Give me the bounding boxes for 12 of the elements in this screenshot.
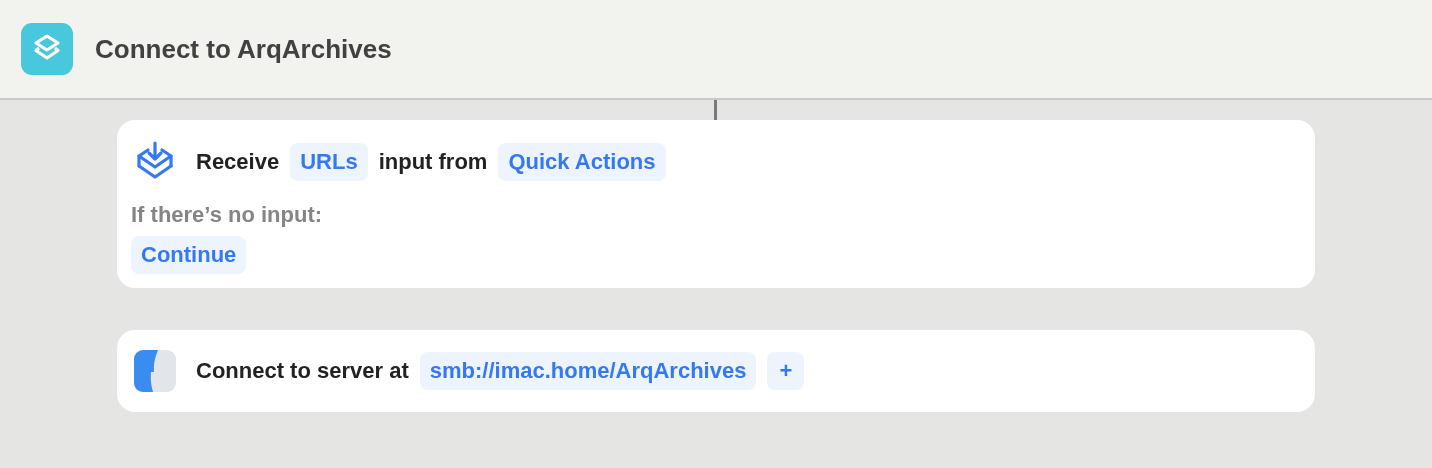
app-icon [134, 350, 176, 392]
add-button[interactable]: + [767, 352, 805, 390]
app-icon [21, 23, 73, 75]
action-text: Connect to server at [196, 358, 409, 384]
fallback-label: If there’s no input: [131, 202, 324, 228]
parameter-token[interactable]: smb://imac.home/ArqArchives [419, 352, 757, 390]
parameter-token[interactable]: Continue [131, 236, 247, 274]
parameter-token[interactable]: Quick Actions [498, 143, 666, 181]
window-title: Connect to ArqArchives [95, 33, 392, 65]
parameter-token[interactable]: URLs [290, 143, 368, 181]
action-text: input from [378, 149, 488, 175]
action-text: Receive [196, 149, 280, 175]
